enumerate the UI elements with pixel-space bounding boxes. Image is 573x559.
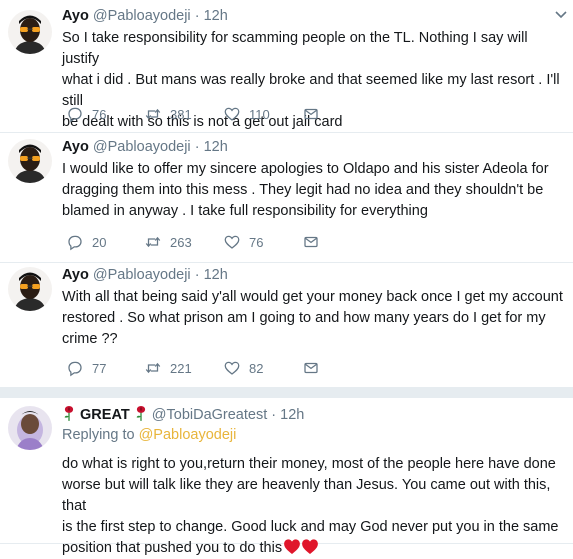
envelope-icon — [302, 105, 320, 123]
reply-icon — [66, 233, 84, 251]
reply-count: 76 — [92, 106, 107, 122]
chevron-down-icon[interactable] — [553, 6, 569, 22]
direct-message-button[interactable] — [302, 359, 320, 377]
retweet-button[interactable]: 221 — [144, 359, 192, 377]
direct-message-button[interactable] — [302, 233, 320, 251]
tweet-text-line: crime ?? — [62, 331, 118, 347]
display-name[interactable]: Ayo — [62, 139, 89, 155]
like-button[interactable]: 110 — [223, 105, 270, 123]
separator-dot: · — [194, 139, 200, 155]
like-button[interactable]: 76 — [223, 233, 263, 251]
rose-icon — [62, 404, 76, 422]
envelope-icon — [302, 233, 320, 251]
tweet-text-line: is the first step to change. Good luck a… — [62, 519, 559, 535]
timestamp[interactable]: 12h — [280, 407, 304, 423]
separator-dot: · — [271, 407, 277, 423]
section-divider — [0, 388, 573, 398]
tweet-header: GREAT @TobiDaGreatest · 12h — [62, 404, 563, 425]
retweet-count: 221 — [170, 360, 192, 376]
tweet-header: Ayo @Pabloayodeji · 12h — [62, 265, 563, 285]
timestamp[interactable]: 12h — [204, 267, 228, 283]
tweet-text-line: dragging them into this mess . They legi… — [62, 182, 544, 198]
user-handle[interactable]: @Pabloayodeji — [93, 267, 191, 283]
avatar[interactable] — [8, 139, 52, 183]
tweet-text-line: do what is right to you,return their mon… — [62, 456, 556, 472]
tweet[interactable]: Ayo @Pabloayodeji · 12h So I take respon… — [0, 0, 573, 133]
tweet[interactable]: Ayo @Pabloayodeji · 12h I would like to … — [0, 133, 573, 263]
heart-icon — [223, 359, 241, 377]
tweet-content: Ayo @Pabloayodeji · 12h I would like to … — [62, 137, 563, 222]
reply-icon — [66, 105, 84, 123]
tweet-text-line-wrapper: position that pushed you to do this — [62, 538, 563, 559]
tweet-content: Ayo @Pabloayodeji · 12h With all that be… — [62, 265, 563, 350]
separator-dot: · — [194, 8, 200, 24]
retweet-icon — [144, 233, 162, 251]
display-name[interactable]: Ayo — [62, 8, 89, 24]
avatar-image — [8, 10, 52, 54]
display-name[interactable]: Ayo — [62, 267, 89, 283]
tweet-text-line: worse but will talk like they are heaven… — [62, 477, 551, 514]
tweet-text-line: I would like to offer my sincere apologi… — [62, 161, 549, 177]
user-handle[interactable]: @Pabloayodeji — [93, 139, 191, 155]
tweet-text-line: blamed in anyway . I take full responsib… — [62, 203, 428, 219]
reply-button[interactable]: 76 — [66, 105, 106, 123]
retweet-count: 381 — [170, 106, 192, 122]
avatar[interactable] — [8, 406, 52, 450]
like-count: 82 — [249, 360, 264, 376]
reply-icon — [66, 359, 84, 377]
direct-message-button[interactable] — [302, 105, 320, 123]
rose-icon — [134, 404, 148, 422]
replying-to-label: Replying to — [62, 427, 135, 443]
tweet-text: I would like to offer my sincere apologi… — [62, 159, 563, 222]
replying-to: Replying to @Pabloayodeji — [62, 425, 563, 446]
tweet-header: Ayo @Pabloayodeji · 12h — [62, 137, 563, 157]
like-count: 76 — [249, 234, 264, 250]
tweet-text-line: So I take responsibility for scamming pe… — [62, 30, 528, 67]
tweet-header: Ayo @Pabloayodeji · 12h — [62, 6, 563, 26]
reply-count: 77 — [92, 360, 107, 376]
retweet-icon — [144, 359, 162, 377]
envelope-icon — [302, 359, 320, 377]
timestamp[interactable]: 12h — [204, 139, 228, 155]
replying-to-handle[interactable]: @Pabloayodeji — [139, 427, 237, 443]
tweet-text: With all that being said y'all would get… — [62, 287, 563, 350]
tweet-text: do what is right to you,return their mon… — [62, 454, 563, 559]
timestamp[interactable]: 12h — [204, 8, 228, 24]
reply-button[interactable]: 20 — [66, 233, 106, 251]
tweet-text-line: restored . So what prison am I going to … — [62, 310, 546, 326]
like-button[interactable]: 82 — [223, 359, 263, 377]
display-name[interactable]: GREAT — [80, 407, 130, 423]
user-handle[interactable]: @TobiDaGreatest — [152, 407, 267, 423]
retweet-button[interactable]: 263 — [144, 233, 192, 251]
avatar-image — [8, 267, 52, 311]
avatar[interactable] — [8, 10, 52, 54]
reply-button[interactable]: 77 — [66, 359, 106, 377]
retweet-count: 263 — [170, 234, 192, 250]
tweet-text-line: position that pushed you to do this — [62, 540, 283, 556]
heart-icon — [223, 233, 241, 251]
retweet-icon — [144, 105, 162, 123]
tweet-text-line: With all that being said y'all would get… — [62, 289, 563, 305]
user-handle[interactable]: @Pabloayodeji — [93, 8, 191, 24]
tweet[interactable]: Ayo @Pabloayodeji · 12h With all that be… — [0, 263, 573, 388]
like-count: 110 — [249, 106, 270, 122]
retweet-button[interactable]: 381 — [144, 105, 192, 123]
reply-tweet[interactable]: GREAT @TobiDaGreatest · 12h Replying to … — [0, 398, 573, 556]
avatar-image — [8, 406, 52, 450]
avatar-image — [8, 139, 52, 183]
tweet-content: GREAT @TobiDaGreatest · 12h Replying to … — [62, 404, 563, 559]
heart-icon — [223, 105, 241, 123]
avatar[interactable] — [8, 267, 52, 311]
separator-dot: · — [194, 267, 200, 283]
reply-count: 20 — [92, 234, 107, 250]
